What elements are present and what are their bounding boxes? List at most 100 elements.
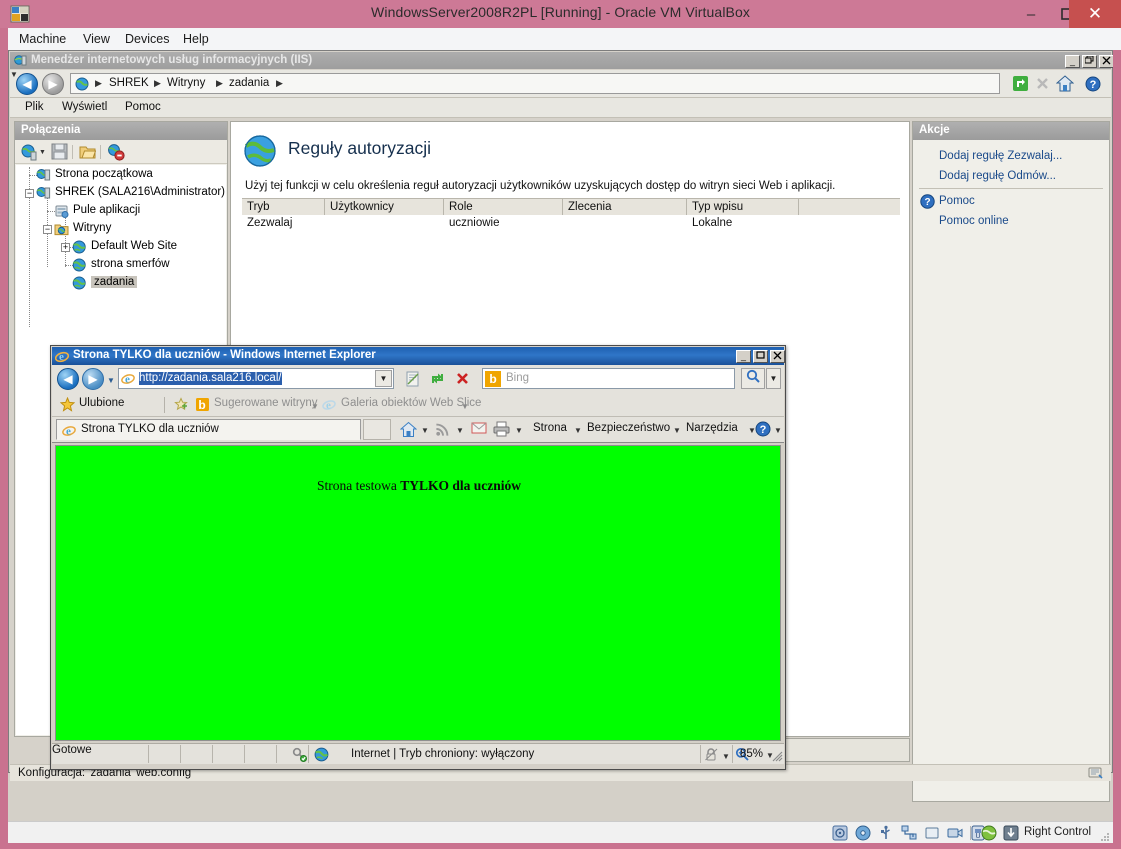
tree-expander-shrek[interactable]: − xyxy=(25,189,34,198)
ie-zoom-level[interactable]: 85% xyxy=(740,748,763,760)
add-favorites-icon[interactable] xyxy=(174,397,189,412)
iis-restore-button[interactable] xyxy=(1082,55,1097,68)
vbox-menu-devices[interactable]: Devices xyxy=(120,31,174,47)
vbox-menu-help[interactable]: Help xyxy=(178,31,214,47)
tree-label: strona smerfów xyxy=(91,258,170,270)
privacy-icon[interactable] xyxy=(704,747,719,762)
internet-explorer-window: e Strona TYLKO dla uczniów - Windows Int… xyxy=(50,345,786,770)
column-header-zlecenia[interactable]: Zlecenia xyxy=(563,199,687,215)
iis-back-button[interactable]: ◀ xyxy=(16,73,38,95)
iis-menu-wyswietl[interactable]: Wyświetl xyxy=(57,101,112,113)
privacy-dropdown-icon[interactable]: ▼ xyxy=(722,752,730,761)
menu-narzedzia[interactable]: Narzędzia xyxy=(686,422,738,434)
virtualbox-titlebar: WindowsServer2008R2PL [Running] - Oracle… xyxy=(0,0,1121,28)
column-header-typ-wpisu[interactable]: Typ wpisu xyxy=(687,199,799,215)
feeds-dropdown-icon[interactable]: ▼ xyxy=(456,426,464,435)
bezpieczenstwo-dropdown-icon[interactable]: ▼ xyxy=(673,426,681,435)
vbox-menu-view[interactable]: View xyxy=(78,31,115,47)
action-pomoc[interactable]: Pomoc xyxy=(939,195,975,207)
home-icon[interactable] xyxy=(399,421,418,438)
save-icon[interactable] xyxy=(51,143,69,161)
column-header-tryb[interactable]: Tryb xyxy=(242,199,325,215)
iis-breadcrumb-bar[interactable]: ▶ SHREK ▶ Witryny ▶ zadania ▶ xyxy=(70,73,1000,94)
compatibility-view-icon[interactable] xyxy=(402,368,423,389)
optical-disk-icon[interactable] xyxy=(855,825,871,841)
shared-folder-icon[interactable] xyxy=(924,825,940,841)
table-row[interactable]: Zezwalaj uczniowie Lokalne xyxy=(242,214,900,236)
ie-stop-button[interactable] xyxy=(452,368,473,389)
web-slice-dropdown-icon[interactable]: ▼ xyxy=(461,402,469,411)
action-dodaj-regule-odmow[interactable]: Dodaj regułę Odmów... xyxy=(939,170,1056,182)
favorites-button[interactable]: Ulubione xyxy=(59,396,124,412)
svg-text:e: e xyxy=(326,400,331,412)
tree-expander-default-web-site[interactable]: + xyxy=(61,243,70,252)
iis-refresh-button[interactable] xyxy=(1010,73,1031,94)
feeds-icon[interactable] xyxy=(435,421,452,438)
breadcrumb-zadania[interactable]: zadania xyxy=(229,77,269,89)
ie-refresh-button[interactable] xyxy=(427,368,448,389)
open-folder-icon[interactable] xyxy=(79,143,97,161)
iis-close-button[interactable] xyxy=(1099,55,1113,68)
iis-help-button[interactable]: ? xyxy=(1082,73,1103,94)
ie-url-dropdown-icon[interactable]: ▼ xyxy=(375,370,392,387)
new-tab-button[interactable] xyxy=(363,419,391,440)
app-pools-icon xyxy=(54,204,69,218)
search-dropdown-icon[interactable]: ▼ xyxy=(766,368,781,389)
home-dropdown-icon[interactable]: ▼ xyxy=(421,426,429,435)
column-header-empty[interactable] xyxy=(799,199,900,215)
connect-dropdown-icon[interactable]: ▼ xyxy=(39,149,46,156)
resize-grip[interactable] xyxy=(771,750,783,762)
ie-minimize-button[interactable]: _ xyxy=(736,350,751,363)
status-cell-6 xyxy=(308,745,309,763)
harddisk-icon[interactable] xyxy=(832,825,848,841)
breadcrumb-shrek[interactable]: SHREK xyxy=(109,77,149,89)
column-header-role[interactable]: Role xyxy=(444,199,563,215)
network-icon[interactable] xyxy=(901,825,917,841)
ie-forward-button[interactable]: ▶ xyxy=(82,368,104,390)
search-icon[interactable] xyxy=(741,368,765,389)
menu-bezpieczenstwo[interactable]: Bezpieczeństwo xyxy=(587,422,670,434)
web-slice-gallery-button[interactable]: e Galeria obiektów Web Slice xyxy=(322,397,481,412)
ie-address-bar[interactable]: e http://zadania.sala216.local/ ▼ xyxy=(118,368,394,389)
iis-menu-pomoc[interactable]: Pomoc xyxy=(120,101,166,113)
ie-search-box[interactable]: b Bing xyxy=(482,368,735,389)
iis-forward-button[interactable]: ▶ xyxy=(42,73,64,95)
disconnect-icon[interactable] xyxy=(107,143,125,161)
action-dodaj-regule-zezwalaj[interactable]: Dodaj regułę Zezwalaj... xyxy=(939,150,1062,162)
iis-minimize-button[interactable]: _ xyxy=(1065,55,1080,68)
svg-text:U: U xyxy=(975,833,980,840)
ie-restore-button[interactable] xyxy=(753,350,768,363)
ie-url-text[interactable]: http://zadania.sala216.local/ xyxy=(139,372,282,385)
vbox-minimize-button[interactable]: – xyxy=(1013,0,1049,28)
window-resize-grip[interactable] xyxy=(1100,831,1110,841)
iis-menu-plik[interactable]: Plik xyxy=(20,101,49,113)
vbox-menu-machine[interactable]: Machine xyxy=(14,31,71,47)
print-icon[interactable] xyxy=(493,421,510,438)
strona-dropdown-icon[interactable]: ▼ xyxy=(574,426,582,435)
breadcrumb-witryny[interactable]: Witryny xyxy=(167,77,205,89)
tree-expander-witryny[interactable]: − xyxy=(43,225,52,234)
actions-header-text: Akcje xyxy=(919,124,950,136)
help-icon[interactable]: ? xyxy=(755,421,772,438)
ie-back-button[interactable]: ◀ xyxy=(57,368,79,390)
connect-icon[interactable] xyxy=(20,143,38,161)
suggested-sites-dropdown-icon[interactable]: ▼ xyxy=(311,402,319,411)
suggested-sites-button[interactable]: b Sugerowane witryny xyxy=(195,397,318,412)
svg-text:?: ? xyxy=(924,197,930,208)
column-header-uzytkownicy[interactable]: Użytkownicy xyxy=(325,199,444,215)
iis-home-button[interactable] xyxy=(1054,73,1075,94)
print-dropdown-icon[interactable]: ▼ xyxy=(515,426,523,435)
ie-close-button[interactable] xyxy=(770,350,785,363)
usb-icon[interactable] xyxy=(878,825,894,841)
video-capture-icon[interactable] xyxy=(947,825,963,841)
browser-tab[interactable]: e Strona TYLKO dla uczniów xyxy=(56,419,361,440)
ie-title-text: Strona TYLKO dla uczniów - Windows Inter… xyxy=(73,349,376,361)
action-pomoc-online[interactable]: Pomoc online xyxy=(939,215,1009,227)
host-key-icon xyxy=(1003,825,1019,841)
menu-strona[interactable]: Strona xyxy=(533,422,567,434)
ie-history-dropdown-icon[interactable]: ▼ xyxy=(107,376,115,385)
mail-icon[interactable] xyxy=(471,421,488,438)
iis-stop-button[interactable] xyxy=(1032,73,1053,94)
vbox-close-button[interactable]: ✕ xyxy=(1069,0,1121,28)
help-dropdown-icon[interactable]: ▼ xyxy=(774,426,782,435)
